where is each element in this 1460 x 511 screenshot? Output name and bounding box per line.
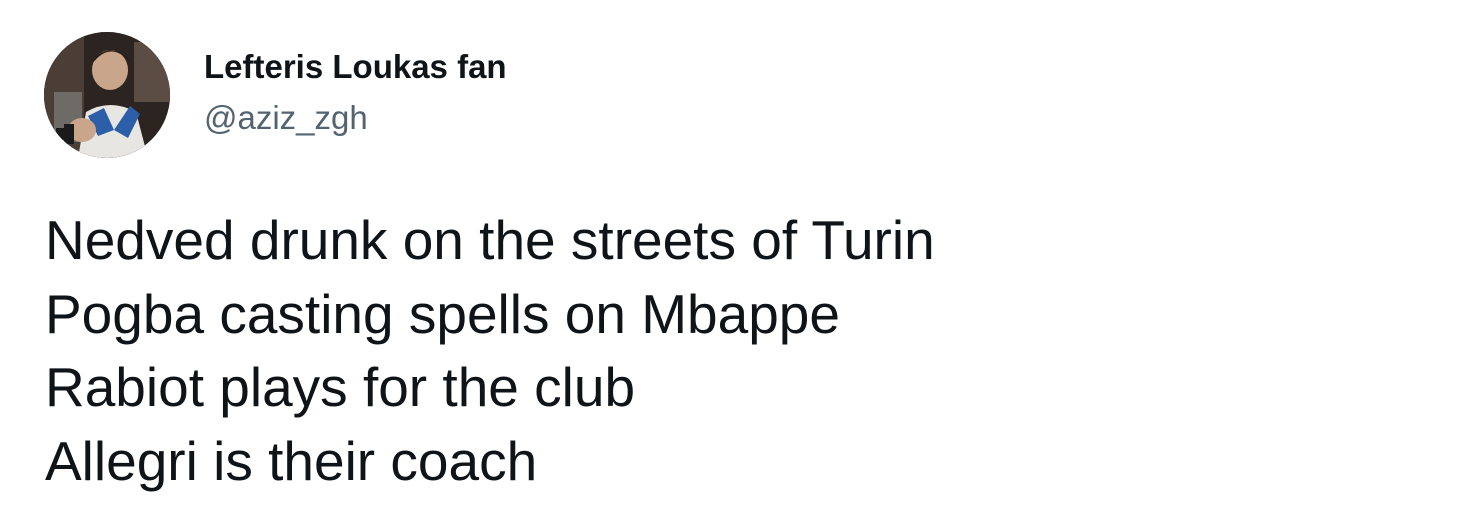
- tweet-text-line: Rabiot plays for the club: [45, 356, 636, 418]
- tweet-text-line: Allegri is their coach: [45, 429, 538, 492]
- tweet-card: Lefteris Loukas fan @aziz_zgh Nedved dru…: [0, 0, 1460, 511]
- tweet-text-line: Nedved drunk on the streets of Turin: [45, 209, 935, 271]
- tweet-text: Nedved drunk on the streets of Turin Pog…: [45, 204, 935, 498]
- author-display-name[interactable]: Lefteris Loukas fan: [204, 48, 507, 86]
- profile-photo-icon: [44, 32, 170, 158]
- tweet-text-line: Pogba casting spells on Mbappe: [45, 282, 840, 345]
- author-handle[interactable]: @aziz_zgh: [204, 99, 368, 137]
- avatar[interactable]: [44, 32, 170, 158]
